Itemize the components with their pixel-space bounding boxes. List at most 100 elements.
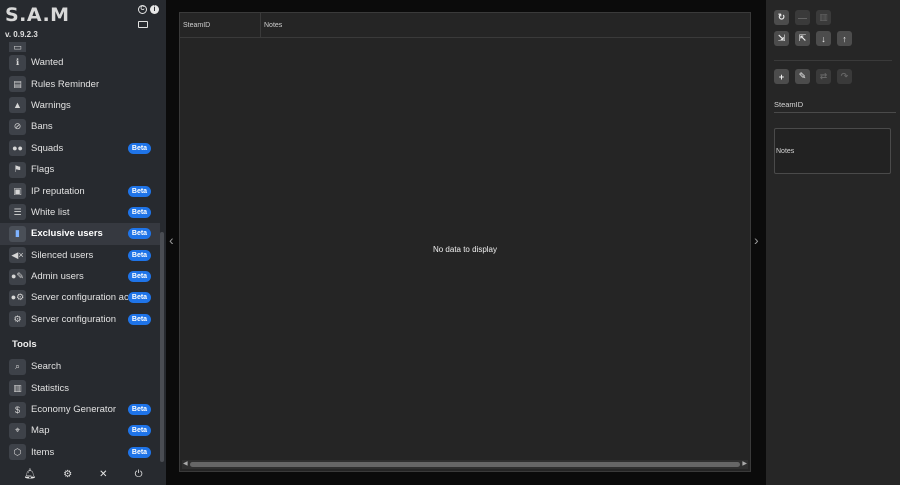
map-icon: ⌖ <box>9 422 26 439</box>
scroll-left-icon[interactable]: ◀ <box>183 460 188 469</box>
app-logo: S.A.M <box>5 4 70 26</box>
users-icon: ●● <box>9 140 26 157</box>
brush-icon: ✎ <box>798 71 807 81</box>
sidebar-item-silenced-users[interactable]: ◀× Silenced users Beta <box>0 245 160 266</box>
app-window: S.A.M v. 0.9.2.3 C i ▭ ℹ Wanted ▤ Rules … <box>0 0 900 485</box>
sidebar-footer: 🔔︎ ⚙ ✕ ⏻ <box>0 464 166 485</box>
sidebar-item-label: Admin users <box>31 271 84 283</box>
sidebar-item-bans[interactable]: ⊘ Bans <box>0 116 160 137</box>
redo-icon: ↷ <box>840 71 849 81</box>
flag-icon: ⚑ <box>9 161 26 178</box>
tools-icon[interactable]: ✕ <box>99 469 107 480</box>
remove-button[interactable]: — <box>795 10 810 25</box>
edit-button[interactable]: ✎ <box>795 69 810 84</box>
sidebar-item-squads[interactable]: ●● Squads Beta <box>0 138 160 159</box>
sidebar-scrollbar[interactable] <box>160 232 164 462</box>
sidebar-item-statistics[interactable]: ▥ Statistics <box>0 377 160 398</box>
data-grid: SteamID Notes No data to display ◀ ▶ <box>179 12 751 472</box>
sidebar-item-items[interactable]: ⬡ Items Beta <box>0 442 160 462</box>
keyboard-icon[interactable] <box>138 21 148 28</box>
sidebar-item-label: Wanted <box>31 57 64 69</box>
editor-panel: ↻ — ▥ ⇲ ⇱ ↓ ↑ + ✎ ⇄ ↷ SteamID Notes <box>766 0 900 485</box>
horizontal-scrollbar[interactable]: ◀ ▶ <box>182 460 748 469</box>
notes-label: Notes <box>776 148 795 155</box>
trash-icon: ▥ <box>819 12 828 22</box>
header-icons: C i <box>138 5 159 14</box>
toolbar-divider <box>774 60 892 61</box>
delete-button[interactable]: ▥ <box>816 10 831 25</box>
column-header-steamid[interactable]: SteamID <box>180 13 261 38</box>
sidebar-item-label: Rules Reminder <box>31 78 100 90</box>
sidebar-item-exclusive-users[interactable]: ▮ Exclusive users Beta <box>0 223 160 245</box>
sidebar-item-label: Items <box>31 446 55 458</box>
sidebar-item-label: IP reputation <box>31 185 85 197</box>
sidebar-item-server-configuration-access[interactable]: ●⚙ Server configuration access Beta <box>0 287 160 308</box>
collapse-left-icon[interactable]: ‹ <box>169 232 174 248</box>
sidebar-item-search[interactable]: ⌕ Search <box>0 356 160 377</box>
redo-button[interactable]: ↷ <box>837 69 852 84</box>
sidebar-item-wanted[interactable]: ℹ Wanted <box>0 52 160 73</box>
sidebar-item-label: Server configuration access <box>31 292 128 304</box>
sidebar-item-label: Statistics <box>31 382 70 394</box>
sidebar-item-ip-reputation[interactable]: ▣ IP reputation Beta <box>0 180 160 201</box>
steamid-field[interactable]: SteamID <box>774 100 896 113</box>
list-icon: ☰ <box>9 204 26 221</box>
upload-button[interactable]: ↑ <box>837 31 852 46</box>
sidebar-item-server-configuration[interactable]: ⚙ Server configuration Beta <box>0 309 160 330</box>
beta-badge: Beta <box>128 142 151 154</box>
search-icon: ⌕ <box>9 358 26 375</box>
sidebar-item-label: Flags <box>31 164 55 176</box>
sidebar-item-admin-users[interactable]: ●✎ Admin users Beta <box>0 266 160 287</box>
sidebar: S.A.M v. 0.9.2.3 C i ▭ ℹ Wanted ▤ Rules … <box>0 0 166 485</box>
import-button[interactable]: ⇲ <box>774 31 789 46</box>
sidebar-item-label: Squads <box>31 142 64 154</box>
beta-badge: Beta <box>128 292 151 304</box>
scrollbar-thumb[interactable] <box>190 462 740 467</box>
power-icon[interactable]: ⏻ <box>135 469 143 480</box>
beta-badge: Beta <box>128 313 151 325</box>
collapse-right-icon[interactable]: › <box>754 232 759 248</box>
export-button[interactable]: ⇱ <box>795 31 810 46</box>
sidebar-item-label: Economy Generator <box>31 404 117 416</box>
beta-badge: Beta <box>128 425 151 437</box>
notes-field[interactable]: Notes <box>774 128 891 174</box>
gear-icon[interactable]: ⚙ <box>63 469 72 480</box>
sidebar-item-warnings[interactable]: ▲ Warnings <box>0 95 160 116</box>
empty-state-text: No data to display <box>432 245 498 254</box>
beta-badge: Beta <box>128 185 151 197</box>
tools-section-title: Tools <box>12 339 37 351</box>
sidebar-item-label: White list <box>31 206 70 218</box>
add-button[interactable]: + <box>774 69 789 84</box>
sidebar-item-rules-reminder[interactable]: ▤ Rules Reminder <box>0 73 160 94</box>
column-header-notes[interactable]: Notes <box>261 13 282 38</box>
info-icon: ℹ <box>9 54 26 71</box>
clipboard-icon: ▮ <box>9 225 26 242</box>
refresh-button[interactable]: ↻ <box>774 10 789 25</box>
grid-header: SteamID Notes <box>180 13 750 38</box>
document-icon: ▤ <box>9 76 26 93</box>
swap-button[interactable]: ⇄ <box>816 69 831 84</box>
scroll-right-icon[interactable]: ▶ <box>742 460 747 469</box>
info-icon[interactable]: i <box>150 5 159 14</box>
gears-icon: ⚙ <box>9 311 26 328</box>
id-icon: ▣ <box>9 183 26 200</box>
bell-icon[interactable]: 🔔︎ <box>24 469 37 480</box>
sidebar-item-flags[interactable]: ⚑ Flags <box>0 159 160 180</box>
user-gear-icon: ●⚙ <box>9 289 26 306</box>
sidebar-item-map[interactable]: ⌖ Map Beta <box>0 420 160 441</box>
plus-icon: + <box>778 71 785 82</box>
chart-icon: ▥ <box>9 380 26 397</box>
sidebar-item-white-list[interactable]: ☰ White list Beta <box>0 202 160 223</box>
sidebar-item-partial[interactable]: ▭ <box>0 42 160 52</box>
swap-icon: ⇄ <box>819 71 828 81</box>
minus-icon: — <box>798 12 807 23</box>
sidebar-item-economy-generator[interactable]: $ Economy Generator Beta <box>0 399 160 420</box>
app-version: v. 0.9.2.3 <box>5 30 38 39</box>
sidebar-item-label: Search <box>31 361 62 373</box>
download-button[interactable]: ↓ <box>816 31 831 46</box>
box-icon: ⬡ <box>9 444 26 461</box>
beta-badge: Beta <box>128 249 151 261</box>
copyright-icon[interactable]: C <box>138 5 147 14</box>
sidebar-item-label: Map <box>31 425 50 437</box>
file-import-icon: ⇲ <box>777 33 786 43</box>
